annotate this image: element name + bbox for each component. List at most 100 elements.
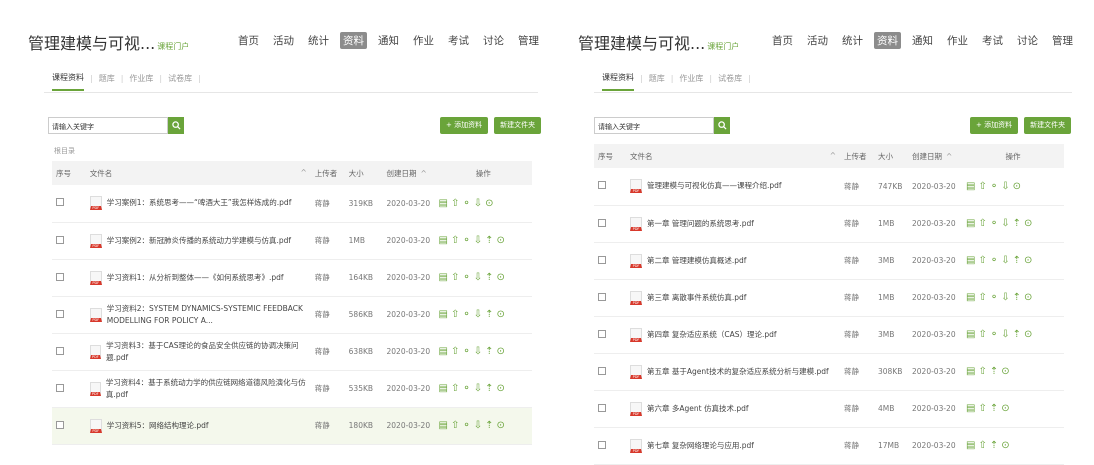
download-icon[interactable]: ⇩ bbox=[474, 346, 482, 357]
tab-course-materials[interactable]: 课程资料 bbox=[52, 72, 84, 91]
more-icon[interactable]: ⊙ bbox=[1024, 218, 1032, 229]
file-name[interactable]: 第二章 管理建模仿真概述.pdf bbox=[647, 255, 746, 267]
cloud-upload-icon[interactable]: ⇧ bbox=[451, 420, 459, 431]
move-up-icon[interactable]: ⇡ bbox=[485, 346, 493, 357]
row-checkbox[interactable] bbox=[598, 329, 606, 338]
table-row[interactable]: PDF 第五章 基于Agent技术的复杂适应系统分析与建模.pdf 蒋静 308K… bbox=[594, 353, 1064, 391]
nav-discussion[interactable]: 讨论 bbox=[1014, 32, 1041, 49]
sort-icon[interactable]: ^ bbox=[300, 168, 306, 177]
preview-icon[interactable]: ▤ bbox=[966, 292, 975, 303]
col-date[interactable]: 创建日期 ^ bbox=[382, 161, 435, 185]
link-icon[interactable]: ⚬ bbox=[462, 272, 470, 283]
tab-homework-bank[interactable]: 作业库 bbox=[129, 73, 153, 90]
tab-exam-bank[interactable]: 试卷库 bbox=[168, 73, 192, 90]
download-icon[interactable]: ⇩ bbox=[474, 272, 482, 283]
file-name[interactable]: 学习资料3：基于CAS理论的食品安全供应链的协调决策问题.pdf bbox=[106, 340, 307, 364]
cloud-upload-icon[interactable]: ⇧ bbox=[978, 255, 986, 266]
file-name[interactable]: 第四章 复杂适应系统（CAS）理论.pdf bbox=[647, 329, 777, 341]
move-up-icon[interactable]: ⇡ bbox=[1013, 329, 1021, 340]
nav-exam[interactable]: 考试 bbox=[445, 32, 472, 49]
preview-icon[interactable]: ▤ bbox=[966, 255, 975, 266]
table-row[interactable]: PDF 第六章 多Agent 仿真技术.pdf 蒋静 4MB 2020-03-20… bbox=[594, 390, 1064, 428]
cloud-upload-icon[interactable]: ⇧ bbox=[978, 366, 986, 377]
nav-statistics[interactable]: 统计 bbox=[839, 32, 866, 49]
table-row[interactable]: PDF 管理建模与可视化仿真——课程介绍.pdf 蒋静 747KB 2020-03… bbox=[594, 168, 1064, 206]
add-material-button[interactable]: + 添加资料 bbox=[970, 117, 1019, 134]
row-checkbox[interactable] bbox=[598, 440, 606, 449]
move-up-icon[interactable]: ⇡ bbox=[990, 440, 998, 451]
add-material-button[interactable]: + 添加资料 bbox=[440, 117, 489, 134]
nav-notice[interactable]: 通知 bbox=[909, 32, 936, 49]
preview-icon[interactable]: ▤ bbox=[439, 346, 448, 357]
sort-icon[interactable]: ^ bbox=[946, 152, 952, 161]
table-row[interactable]: PDF 第二章 管理建模仿真概述.pdf 蒋静 3MB 2020-03-20 ▤ ⇧… bbox=[594, 242, 1064, 280]
nav-manage[interactable]: 管理 bbox=[515, 32, 542, 49]
link-icon[interactable]: ⚬ bbox=[462, 383, 470, 394]
col-name[interactable]: 文件名 ^ bbox=[626, 144, 840, 168]
cloud-upload-icon[interactable]: ⇧ bbox=[451, 198, 459, 209]
row-checkbox[interactable] bbox=[56, 235, 64, 244]
file-name[interactable]: 第三章 离散事件系统仿真.pdf bbox=[647, 292, 746, 304]
move-up-icon[interactable]: ⇡ bbox=[990, 403, 998, 414]
table-row[interactable]: PDF 第七章 复杂网络理论与应用.pdf 蒋静 17MB 2020-03-20 … bbox=[594, 427, 1064, 465]
preview-icon[interactable]: ▤ bbox=[439, 309, 448, 320]
nav-manage[interactable]: 管理 bbox=[1049, 32, 1076, 49]
file-name[interactable]: 第一章 管理问题的系统思考.pdf bbox=[647, 218, 754, 230]
tab-course-materials[interactable]: 课程资料 bbox=[602, 72, 634, 91]
download-icon[interactable]: ⇩ bbox=[1001, 181, 1009, 192]
table-row[interactable]: PDF 学习资料4：基于系统动力学的供应链网络道德风险演化与仿真.pdf 蒋静 5… bbox=[52, 370, 532, 408]
more-icon[interactable]: ⊙ bbox=[1024, 292, 1032, 303]
file-name[interactable]: 第七章 复杂网络理论与应用.pdf bbox=[647, 440, 754, 452]
nav-materials[interactable]: 资料 bbox=[874, 32, 901, 49]
move-up-icon[interactable]: ⇡ bbox=[1013, 292, 1021, 303]
tab-question-bank[interactable]: 题库 bbox=[649, 73, 665, 90]
nav-activity[interactable]: 活动 bbox=[804, 32, 831, 49]
sort-icon[interactable]: ^ bbox=[421, 169, 427, 178]
table-row[interactable]: PDF 第四章 复杂适应系统（CAS）理论.pdf 蒋静 3MB 2020-03-… bbox=[594, 316, 1064, 354]
file-name[interactable]: 第六章 多Agent 仿真技术.pdf bbox=[647, 403, 749, 415]
row-checkbox[interactable] bbox=[56, 309, 64, 318]
download-icon[interactable]: ⇩ bbox=[474, 235, 482, 246]
more-icon[interactable]: ⊙ bbox=[485, 198, 493, 209]
link-icon[interactable]: ⚬ bbox=[462, 420, 470, 431]
table-row[interactable]: PDF 学习资料1：从分析到整体——《如何系统思考》.pdf 蒋静 164KB 2… bbox=[52, 259, 532, 297]
move-up-icon[interactable]: ⇡ bbox=[485, 272, 493, 283]
more-icon[interactable]: ⊙ bbox=[497, 309, 505, 320]
more-icon[interactable]: ⊙ bbox=[1024, 329, 1032, 340]
download-icon[interactable]: ⇩ bbox=[1001, 329, 1009, 340]
more-icon[interactable]: ⊙ bbox=[1001, 403, 1009, 414]
preview-icon[interactable]: ▤ bbox=[439, 420, 448, 431]
preview-icon[interactable]: ▤ bbox=[966, 181, 975, 192]
more-icon[interactable]: ⊙ bbox=[497, 235, 505, 246]
row-checkbox[interactable] bbox=[56, 383, 64, 392]
more-icon[interactable]: ⊙ bbox=[497, 272, 505, 283]
table-row[interactable]: PDF 学习资料5：网络结构理论.pdf 蒋静 180KB 2020-03-20 … bbox=[52, 407, 532, 445]
more-icon[interactable]: ⊙ bbox=[497, 346, 505, 357]
more-icon[interactable]: ⊙ bbox=[1024, 255, 1032, 266]
table-row[interactable]: PDF 学习资料2：SYSTEM DYNAMICS-SYSTEMIC FEEDBA… bbox=[52, 296, 532, 334]
row-checkbox[interactable] bbox=[56, 272, 64, 281]
link-icon[interactable]: ⚬ bbox=[990, 181, 998, 192]
preview-icon[interactable]: ▤ bbox=[439, 383, 448, 394]
file-name[interactable]: 学习案例1：系统思考——“啤酒大王”我怎样炼成的.pdf bbox=[107, 197, 292, 209]
file-name[interactable]: 学习资料2：SYSTEM DYNAMICS-SYSTEMIC FEEDBACK … bbox=[107, 303, 307, 327]
tab-exam-bank[interactable]: 试卷库 bbox=[718, 73, 742, 90]
table-row[interactable]: PDF 第一章 管理问题的系统思考.pdf 蒋静 1MB 2020-03-20 ▤… bbox=[594, 205, 1064, 243]
link-icon[interactable]: ⚬ bbox=[462, 309, 470, 320]
more-icon[interactable]: ⊙ bbox=[1013, 181, 1021, 192]
nav-home[interactable]: 首页 bbox=[769, 32, 796, 49]
cloud-upload-icon[interactable]: ⇧ bbox=[978, 292, 986, 303]
nav-statistics[interactable]: 统计 bbox=[305, 32, 332, 49]
download-icon[interactable]: ⇩ bbox=[474, 198, 482, 209]
tab-homework-bank[interactable]: 作业库 bbox=[679, 73, 703, 90]
row-checkbox[interactable] bbox=[56, 198, 64, 207]
file-name[interactable]: 学习案例2：新冠肺炎传播的系统动力学建模与仿真.pdf bbox=[107, 235, 291, 247]
nav-homework[interactable]: 作业 bbox=[410, 32, 437, 49]
search-input[interactable]: 请输入关键字 bbox=[48, 117, 168, 134]
cloud-upload-icon[interactable]: ⇧ bbox=[451, 235, 459, 246]
cloud-upload-icon[interactable]: ⇧ bbox=[451, 309, 459, 320]
link-icon[interactable]: ⚬ bbox=[462, 346, 470, 357]
course-portal-link[interactable]: 课程门户 bbox=[157, 42, 189, 51]
preview-icon[interactable]: ▤ bbox=[966, 366, 975, 377]
nav-exam[interactable]: 考试 bbox=[979, 32, 1006, 49]
